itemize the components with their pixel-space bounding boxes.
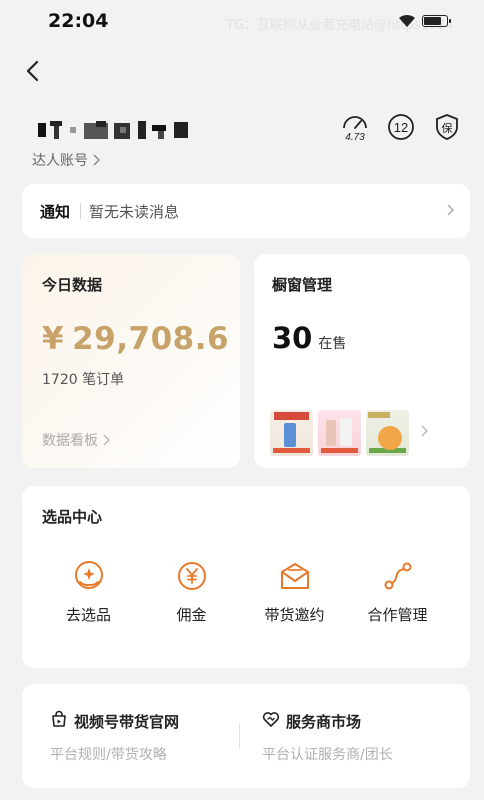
service-market-label: 服务商市场 [286, 712, 362, 731]
account-type-label: 达人账号 [32, 153, 88, 169]
today-data-card[interactable]: 今日数据 ¥29,708.6 1720 笔订单 数据看板 [22, 254, 240, 468]
commission-label: 佣金 [176, 606, 207, 624]
notice-title: 通知 [40, 202, 71, 221]
commission-button[interactable]: 佣金 [140, 560, 243, 625]
invitation-button[interactable]: 带货邀约 [243, 560, 346, 625]
showcase-title: 橱窗管理 [272, 276, 333, 294]
status-bar: 22:04 TG：互联网从业者充电站@https1024 [0, 0, 484, 44]
status-time: 22:04 [48, 10, 109, 32]
product-thumbnail[interactable] [318, 410, 361, 456]
product-thumbnail[interactable] [366, 410, 409, 456]
pick-products-button[interactable]: 去选品 [37, 560, 140, 625]
rating-value: 4.73 [345, 132, 365, 142]
product-thumbnails [270, 410, 429, 456]
onsale-number: 30 [272, 321, 313, 355]
account-name-redacted [34, 117, 194, 143]
status-icons [398, 14, 451, 28]
showcase-card[interactable]: 橱窗管理 30 在售 [254, 254, 470, 468]
selection-center-title: 选品中心 [42, 508, 103, 526]
data-board-label: 数据看板 [42, 433, 98, 449]
battery-icon [422, 15, 451, 27]
level-value: 12 [394, 120, 408, 135]
today-orders: 1720 笔订单 [42, 372, 125, 388]
invitation-label: 带货邀约 [264, 606, 325, 624]
chevron-right-icon [446, 202, 455, 221]
shopping-bag-icon [50, 710, 68, 732]
notice-divider [80, 203, 82, 219]
channel-official-site-link[interactable]: 视频号带货官网 平台规则/带货攻略 [50, 710, 179, 764]
level-badge-icon[interactable]: 12 [386, 112, 416, 142]
cooperation-button[interactable]: 合作管理 [346, 560, 449, 625]
commission-icon [174, 560, 210, 592]
services-divider [239, 724, 240, 748]
service-market-link[interactable]: 服务商市场 平台认证服务商/团长 [262, 710, 393, 764]
guarantee-shield-icon[interactable]: 保 [432, 112, 462, 142]
chevron-right-icon [103, 434, 110, 446]
today-data-title: 今日数据 [42, 276, 103, 294]
handshake-heart-icon [262, 710, 280, 732]
account-type-link[interactable]: 达人账号 [32, 150, 100, 170]
selection-grid: 去选品 佣金 带货邀约 合作管理 [22, 560, 470, 625]
notice-message: 暂无未读消息 [89, 202, 180, 221]
gmv-value: 29,708.6 [72, 321, 230, 357]
back-arrow-icon[interactable] [22, 58, 46, 84]
wifi-icon [398, 14, 416, 28]
channel-official-site-subtitle: 平台规则/带货攻略 [50, 747, 167, 763]
services-card: 视频号带货官网 平台规则/带货攻略 服务商市场 平台认证服务商/团长 [22, 684, 470, 788]
channel-official-site-title: 视频号带货官网 [50, 710, 179, 732]
rating-gauge-icon[interactable]: 4.73 [340, 112, 370, 142]
pick-products-label: 去选品 [65, 606, 111, 624]
service-market-subtitle: 平台认证服务商/团长 [262, 747, 393, 763]
pick-products-icon [71, 560, 107, 592]
guarantee-label: 保 [442, 121, 453, 135]
chevron-right-icon [93, 154, 100, 166]
header-badges: 4.73 12 保 [340, 112, 462, 142]
today-gmv: ¥29,708.6 [42, 321, 240, 357]
chevron-right-icon [420, 424, 429, 442]
onsale-label: 在售 [318, 336, 347, 352]
invitation-icon [277, 560, 313, 592]
channel-official-site-label: 视频号带货官网 [74, 712, 180, 731]
selection-center-card: 选品中心 去选品 佣金 带货邀约 合作管理 [22, 486, 470, 668]
notice-bar[interactable]: 通知 暂无未读消息 [22, 184, 470, 238]
product-thumbnail[interactable] [270, 410, 313, 456]
service-market-title: 服务商市场 [262, 710, 393, 732]
cooperation-label: 合作管理 [367, 606, 428, 624]
onsale-count: 30 在售 [272, 321, 470, 355]
currency-symbol: ¥ [42, 321, 65, 357]
cooperation-icon [380, 560, 416, 592]
data-board-link[interactable]: 数据看板 [42, 430, 110, 450]
